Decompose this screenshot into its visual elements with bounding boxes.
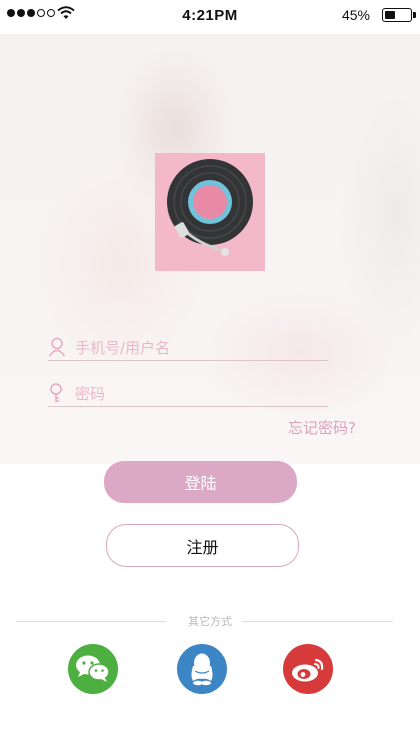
password-input[interactable] bbox=[73, 382, 327, 406]
username-input[interactable] bbox=[73, 336, 327, 360]
wechat-login-button[interactable] bbox=[68, 644, 118, 694]
vinyl-record-icon bbox=[167, 159, 253, 256]
battery-percentage: 45% bbox=[341, 7, 370, 23]
battery-cap bbox=[413, 12, 416, 18]
wechat-icon bbox=[76, 655, 110, 682]
forgot-password-link[interactable]: 忘记密码? bbox=[288, 417, 356, 438]
weibo-login-button[interactable] bbox=[283, 644, 333, 694]
register-button[interactable]: 注册 bbox=[106, 524, 299, 567]
weibo-icon bbox=[292, 658, 324, 682]
status-bar: 4:21PM 45% bbox=[0, 0, 420, 34]
username-field bbox=[48, 334, 328, 361]
vinyl-record-logo bbox=[155, 153, 265, 271]
user-icon bbox=[48, 337, 66, 357]
divider-right bbox=[242, 621, 393, 622]
qq-login-button[interactable] bbox=[177, 644, 227, 694]
qq-penguin-icon bbox=[191, 653, 213, 686]
password-field bbox=[48, 380, 328, 407]
key-icon bbox=[50, 383, 62, 402]
battery-level-fill bbox=[385, 11, 396, 19]
battery-icon bbox=[382, 8, 412, 22]
login-button[interactable]: 登陆 bbox=[104, 461, 297, 503]
